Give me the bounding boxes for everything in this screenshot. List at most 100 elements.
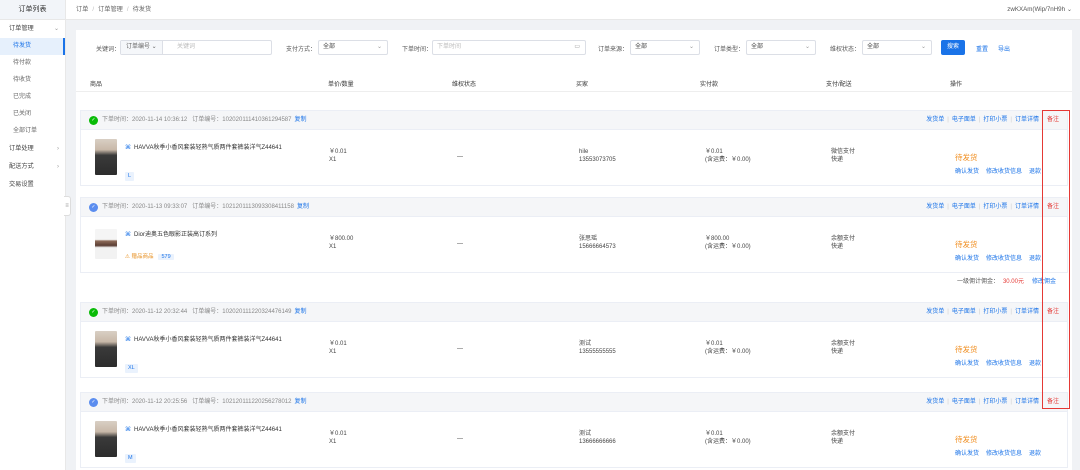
order-actions: 确认发货 修改收货信息 退款 [955, 358, 1048, 367]
reset-link[interactable]: 重置 [976, 44, 988, 53]
chevron-down-icon: ⌄ [376, 44, 382, 50]
sidebar-item-pending-pay[interactable]: 待付款 [0, 55, 65, 72]
confirm-ship-link[interactable]: 确认发货 [955, 361, 979, 367]
order-body: ⌘ HAVVA秋季小香风套装轻熟气质两件套裤装洋气Z44641 L ￥0.01 X1… [81, 130, 1067, 185]
rights-status: — [457, 154, 463, 160]
product-image[interactable] [95, 331, 117, 367]
sidebar-title: 订单列表 [0, 0, 65, 20]
confirm-ship-link[interactable]: 确认发货 [955, 169, 979, 175]
sidebar-group-trade-settings[interactable]: 交易设置 [0, 176, 65, 194]
sidebar-item-completed[interactable]: 已完成 [0, 89, 65, 106]
confirm-ship-link[interactable]: 确认发货 [955, 256, 979, 262]
sidebar-collapse-icon[interactable]: ≡ [64, 196, 71, 216]
paid-amount: ￥0.01 (含运费：￥0.00) [705, 340, 751, 356]
order-status: 待发货 [955, 345, 978, 354]
product-type-icon: ⌘ [125, 427, 131, 433]
copy-link[interactable]: 复制 [297, 204, 309, 210]
keyword-input[interactable]: 订单编号 ⌄ 关键词 [120, 40, 272, 55]
breadcrumb-item[interactable]: 订单管理 [98, 6, 123, 13]
order-header-actions: 发货单 | 电子面单 | 打印小票 | 订单详情 备注 [926, 117, 1059, 123]
order-detail-link[interactable]: 订单详情 [1015, 309, 1039, 315]
ship-slip-link[interactable]: 发货单 [926, 204, 944, 210]
confirm-ship-link[interactable]: 确认发货 [955, 451, 979, 457]
product-title[interactable]: ⌘ HAVVA秋季小香风套装轻熟气质两件套裤装洋气Z44641 [125, 334, 282, 343]
edit-address-link[interactable]: 修改收货信息 [986, 451, 1022, 457]
order-number: 订单编号：1021201113093308411158 [192, 204, 294, 210]
search-button[interactable]: 搜索 [941, 40, 965, 55]
wechat-pay-icon: ✓ [89, 116, 98, 125]
user-menu[interactable]: zwKXAm(Wip/7nH9h ⌄ [1007, 0, 1072, 20]
order-detail-link[interactable]: 订单详情 [1015, 117, 1039, 123]
refund-link[interactable]: 退款 [1029, 451, 1041, 457]
pay-delivery: 余额支付 快递 [831, 340, 855, 356]
sidebar-item-pending-ship[interactable]: 待发货 [0, 38, 65, 55]
order-source-select[interactable]: 全部 ⌄ [630, 40, 700, 55]
rights-status-select[interactable]: 全部 ⌄ [862, 40, 932, 55]
ship-slip-link[interactable]: 发货单 [926, 117, 944, 123]
buyer-name: 测试 [579, 341, 592, 347]
highlight-box [1042, 110, 1070, 409]
refund-link[interactable]: 退款 [1029, 361, 1041, 367]
copy-link[interactable]: 复制 [294, 117, 306, 123]
sidebar-item-pending-receive[interactable]: 待收货 [0, 72, 65, 89]
sidebar-item-all-orders[interactable]: 全部订单 [0, 123, 65, 140]
order-actions: 确认发货 修改收货信息 退款 [955, 166, 1048, 175]
order-type-select[interactable]: 全部 ⌄ [746, 40, 816, 55]
print-receipt-link[interactable]: 打印小票 [983, 399, 1007, 405]
order-header-actions: 发货单 | 电子面单 | 打印小票 | 订单详情 备注 [926, 204, 1059, 210]
refund-link[interactable]: 退款 [1029, 169, 1041, 175]
order-body: ⌘ Dior迪奥五色眼影正装高订系列 ⚠ 赠品商品 579 ￥800.00 X1 — … [81, 217, 1067, 272]
ship-slip-link[interactable]: 发货单 [926, 399, 944, 405]
product-type-icon: ⌘ [125, 232, 131, 238]
pay-method-select[interactable]: 全部 ⌄ [318, 40, 388, 55]
commission-summary: 一级佣计佣金： 30.00元 修改佣金 [80, 273, 1068, 291]
refund-link[interactable]: 退款 [1029, 256, 1041, 262]
ship-slip-link[interactable]: 发货单 [926, 309, 944, 315]
order-time: 下单时间：2020-11-12 20:25:56 [102, 399, 188, 405]
e-waybill-link[interactable]: 电子面单 [952, 309, 976, 315]
sidebar-item-closed[interactable]: 已关闭 [0, 106, 65, 123]
top-bar: 订单 / 订单管理 / 待发货 zwKXAm(Wip/7nH9h ⌄ [66, 0, 1080, 20]
breadcrumb-item[interactable]: 订单 [76, 6, 88, 13]
product-title[interactable]: ⌘ HAVVA秋季小香风套装轻熟气质两件套裤装洋气Z44641 [125, 424, 282, 433]
copy-link[interactable]: 复制 [294, 399, 306, 405]
product-image[interactable] [95, 421, 117, 457]
edit-address-link[interactable]: 修改收货信息 [986, 361, 1022, 367]
product-name: HAVVA秋季小香风套装轻熟气质两件套裤装洋气Z44641 [134, 145, 282, 151]
print-receipt-link[interactable]: 打印小票 [983, 117, 1007, 123]
product-title[interactable]: ⌘ Dior迪奥五色眼影正装高订系列 [125, 229, 217, 238]
edit-address-link[interactable]: 修改收货信息 [986, 256, 1022, 262]
order-actions: 确认发货 修改收货信息 退款 [955, 448, 1048, 457]
keyword-type-select[interactable]: 订单编号 ⌄ [121, 41, 163, 54]
freight-note: (含运费：￥0.00) [705, 157, 751, 163]
export-link[interactable]: 导出 [998, 44, 1010, 53]
order-detail-link[interactable]: 订单详情 [1015, 204, 1039, 210]
e-waybill-link[interactable]: 电子面单 [952, 399, 976, 405]
product-name: Dior迪奥五色眼影正装高订系列 [134, 232, 218, 238]
balance-pay-icon: ✓ [89, 203, 98, 212]
price-qty: ￥0.01 X1 [329, 340, 347, 356]
sidebar-group-order-processing[interactable]: 订单处理 › [0, 140, 65, 158]
order-detail-link[interactable]: 订单详情 [1015, 399, 1039, 405]
copy-link[interactable]: 复制 [294, 309, 306, 315]
pay-method-value: 全部 [323, 44, 336, 50]
rights-status: — [457, 346, 463, 352]
freight-note: (含运费：￥0.00) [705, 349, 751, 355]
e-waybill-link[interactable]: 电子面单 [952, 117, 976, 123]
product-image[interactable] [95, 139, 117, 175]
delivery-method: 快递 [831, 157, 844, 163]
edit-address-link[interactable]: 修改收货信息 [986, 169, 1022, 175]
e-waybill-link[interactable]: 电子面单 [952, 204, 976, 210]
sidebar-group-order-management[interactable]: 订单管理 ⌄ [0, 20, 65, 38]
print-receipt-link[interactable]: 打印小票 [983, 204, 1007, 210]
order-time-input[interactable]: 下单时间 ▭ [432, 40, 586, 55]
gift-badge: ⚠ 赠品商品 579 [125, 253, 174, 262]
freight-note: (含运费：￥0.00) [705, 244, 751, 250]
print-receipt-link[interactable]: 打印小票 [983, 309, 1007, 315]
order-type-value: 全部 [751, 44, 764, 50]
paid-value: ￥0.01 [705, 149, 723, 155]
sidebar-group-delivery[interactable]: 配送方式 › [0, 158, 65, 176]
product-image[interactable] [95, 229, 117, 259]
paid-value: ￥0.01 [705, 341, 723, 347]
product-title[interactable]: ⌘ HAVVA秋季小香风套装轻熟气质两件套裤装洋气Z44641 [125, 142, 282, 151]
